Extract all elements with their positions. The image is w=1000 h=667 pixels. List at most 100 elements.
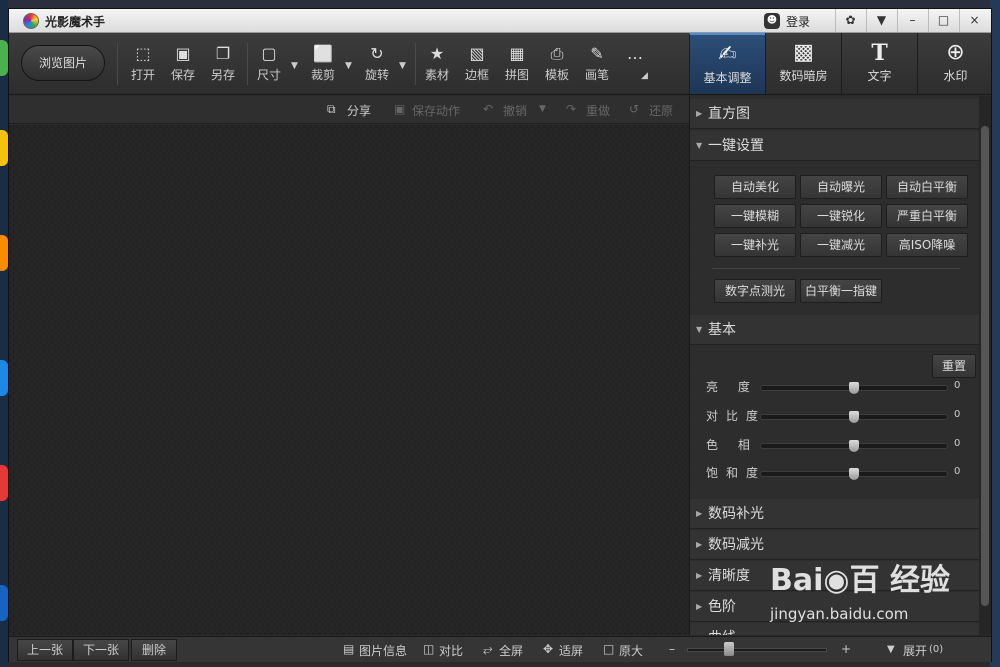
one-click-reduce-light-button[interactable]: 一键减光	[800, 233, 882, 257]
section-fill-light[interactable]: ▶ 数码补光	[690, 499, 979, 529]
spot-metering-button[interactable]: 数字点测光	[714, 279, 796, 303]
open-button[interactable]: ⬚ 打开	[123, 41, 163, 89]
resize-dropdown-icon[interactable]: ▼	[291, 61, 298, 71]
brush-button[interactable]: ✎ 画笔	[577, 41, 617, 89]
collage-button[interactable]: ▦ 拼图	[497, 41, 537, 89]
undo-button[interactable]: 撤销	[503, 102, 527, 119]
tab-basic-adjust-label: 基本调整	[703, 71, 752, 85]
collapsed-arrow-icon: ▶	[696, 540, 703, 549]
one-click-fill-light-button[interactable]: 一键补光	[714, 233, 796, 257]
basic-section[interactable]: ▼ 基本	[690, 315, 979, 345]
slider-knob[interactable]	[849, 411, 859, 423]
zoom-in-button[interactable]: +	[841, 642, 851, 656]
section-title: 清晰度	[708, 568, 750, 584]
delete-button[interactable]: 删除	[131, 639, 177, 661]
high-iso-denoise-button[interactable]: 高ISO降噪	[886, 233, 968, 257]
contrast-slider[interactable]	[760, 411, 948, 423]
saturation-slider[interactable]	[760, 468, 948, 480]
menu-icon[interactable]: ▼	[866, 9, 896, 32]
brush-label: 画笔	[584, 68, 609, 82]
rotate-button[interactable]: ↻ 旋转	[357, 41, 397, 89]
crop-dropdown-icon[interactable]: ▼	[345, 61, 352, 71]
save-button[interactable]: ▣ 保存	[163, 41, 203, 89]
section-curves[interactable]: ▶ 曲线	[690, 623, 979, 635]
skin-icon[interactable]: ✿	[835, 9, 865, 32]
border-icon: ▧	[469, 44, 485, 63]
save-as-button[interactable]: ❐ 另存	[203, 41, 243, 89]
desktop-app-icon[interactable]	[0, 130, 8, 166]
scrollbar-thumb[interactable]	[981, 126, 989, 606]
close-button[interactable]: ×	[959, 9, 989, 32]
fit-screen-button[interactable]: 适屏	[559, 642, 583, 659]
auto-exposure-button[interactable]: 自动曝光	[800, 175, 882, 199]
border-button[interactable]: ▧ 边框	[457, 41, 497, 89]
redo-button[interactable]: 重做	[586, 102, 610, 119]
slider-knob[interactable]	[849, 468, 859, 480]
compare-button[interactable]: 对比	[439, 642, 463, 659]
desktop-background	[0, 0, 1000, 8]
desktop-app-icon[interactable]	[0, 585, 8, 621]
expanded-arrow-icon: ▼	[696, 141, 703, 150]
reset-button[interactable]: 重置	[932, 354, 976, 378]
previous-image-button[interactable]: 上一张	[17, 639, 73, 661]
user-avatar-icon[interactable]: ☻	[764, 13, 780, 29]
histogram-section[interactable]: ▶ 直方图	[690, 99, 979, 129]
expand-toolbar-icon[interactable]: ◢	[641, 71, 648, 81]
section-title: 曲线	[708, 630, 736, 635]
tab-digital-darkroom-label: 数码暗房	[779, 69, 828, 83]
more-tools-button[interactable]: …	[615, 41, 655, 89]
crop-button[interactable]: ⬜ 裁剪	[303, 41, 343, 89]
auto-white-balance-button[interactable]: 自动白平衡	[886, 175, 968, 199]
desktop-app-icon[interactable]	[0, 235, 8, 271]
tab-watermark[interactable]: ⊕ 水印	[917, 33, 993, 94]
template-button[interactable]: ⎙ 模板	[537, 41, 577, 89]
zoom-slider[interactable]	[687, 648, 827, 652]
hue-value: 0	[954, 438, 961, 449]
strict-white-balance-button[interactable]: 严重白平衡	[886, 204, 968, 228]
white-balance-picker-button[interactable]: 白平衡一指键	[800, 279, 882, 303]
slider-knob[interactable]	[849, 382, 859, 394]
undo-dropdown-icon[interactable]: ▼	[539, 104, 546, 114]
toolbar-divider	[415, 43, 416, 85]
save-action-icon: ▣	[394, 102, 406, 116]
slider-knob[interactable]	[849, 440, 859, 452]
desktop-app-icon[interactable]	[0, 360, 8, 396]
next-image-button[interactable]: 下一张	[73, 639, 129, 661]
tab-text[interactable]: T 文字	[841, 33, 917, 94]
expand-button[interactable]: 展开	[903, 642, 927, 659]
brightness-slider[interactable]	[760, 382, 948, 394]
original-size-button[interactable]: 原大	[619, 642, 643, 659]
login-link[interactable]: 登录	[786, 13, 810, 30]
one-click-sharpen-button[interactable]: 一键锐化	[800, 204, 882, 228]
zoom-out-button[interactable]: –	[669, 642, 675, 656]
restore-button[interactable]: 还原	[649, 102, 673, 119]
auto-beautify-button[interactable]: 自动美化	[714, 175, 796, 199]
expand-count: (0)	[929, 644, 944, 655]
desktop-icon-strip	[0, 0, 8, 667]
desktop-app-icon[interactable]	[0, 465, 8, 501]
rotate-dropdown-icon[interactable]: ▼	[399, 61, 406, 71]
share-button[interactable]: 分享	[347, 102, 371, 119]
maximize-button[interactable]: □	[928, 9, 958, 32]
share-icon[interactable]: ⧉	[327, 102, 336, 117]
tab-digital-darkroom[interactable]: ▩ 数码暗房	[765, 33, 841, 94]
desktop-app-icon[interactable]	[0, 40, 8, 76]
materials-button[interactable]: ★ 素材	[417, 41, 457, 89]
minimize-button[interactable]: –	[897, 9, 927, 32]
app-logo-icon	[23, 13, 39, 29]
oneclick-section[interactable]: ▼ 一键设置	[690, 131, 979, 161]
browse-images-button[interactable]: 浏览图片	[21, 45, 105, 81]
hue-slider[interactable]	[760, 440, 948, 452]
save-action-button[interactable]: 保存动作	[412, 102, 460, 119]
border-label: 边框	[464, 68, 489, 82]
app-title: 光影魔术手	[45, 15, 106, 29]
resize-button[interactable]: ▢ 尺寸	[249, 41, 289, 89]
collapsed-arrow-icon: ▶	[696, 602, 703, 611]
panel-scrollbar[interactable]	[979, 96, 991, 635]
one-click-blur-button[interactable]: 一键模糊	[714, 204, 796, 228]
image-canvas[interactable]	[9, 125, 689, 635]
tab-basic-adjust[interactable]: ✍ 基本调整	[689, 33, 765, 94]
fullscreen-button[interactable]: 全屏	[499, 642, 523, 659]
image-info-button[interactable]: 图片信息	[359, 642, 407, 659]
zoom-slider-knob[interactable]	[724, 642, 734, 656]
